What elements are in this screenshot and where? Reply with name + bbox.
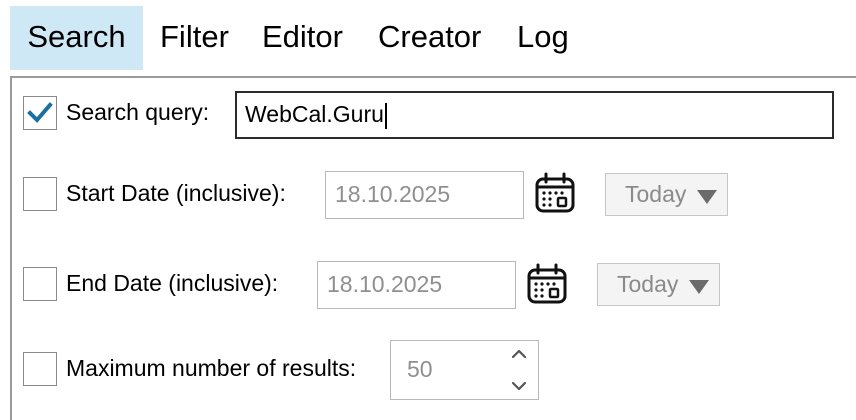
- end-date-preset-dropdown[interactable]: Today: [597, 263, 720, 306]
- end-date-input[interactable]: 18.10.2025: [317, 261, 516, 309]
- max-results-stepper[interactable]: 50: [390, 340, 539, 400]
- search-query-value: WebCal.Guru: [245, 101, 384, 127]
- start-date-preset-label: Today: [625, 181, 687, 207]
- tab-creator[interactable]: Creator: [378, 6, 481, 70]
- search-query-checkbox[interactable]: [23, 96, 57, 130]
- search-query-label: Search query:: [66, 99, 210, 125]
- calendar-icon[interactable]: [526, 263, 568, 305]
- start-date-input[interactable]: 18.10.2025: [325, 171, 524, 219]
- end-date-checkbox[interactable]: [23, 267, 57, 301]
- checkmark-icon: [27, 102, 53, 123]
- tab-bar: Search Filter Editor Creator Log: [0, 0, 856, 70]
- tab-log[interactable]: Log: [517, 6, 569, 70]
- chevron-up-icon[interactable]: [510, 347, 528, 361]
- chevron-down-icon[interactable]: [510, 379, 528, 393]
- max-results-checkbox[interactable]: [23, 352, 57, 386]
- text-caret: [384, 102, 387, 129]
- max-results-label: Maximum number of results:: [66, 355, 357, 381]
- end-date-preset-label: Today: [617, 271, 679, 297]
- chevron-down-icon: [697, 190, 717, 204]
- max-results-value: 50: [407, 356, 433, 382]
- start-date-preset-dropdown[interactable]: Today: [605, 173, 728, 216]
- start-date-label: Start Date (inclusive):: [66, 180, 286, 206]
- tab-editor[interactable]: Editor: [262, 6, 343, 70]
- start-date-checkbox[interactable]: [23, 177, 57, 211]
- tab-search[interactable]: Search: [10, 6, 143, 70]
- end-date-label: End Date (inclusive):: [66, 270, 279, 296]
- chevron-down-icon: [689, 280, 709, 294]
- calendar-icon[interactable]: [534, 172, 576, 214]
- tab-filter[interactable]: Filter: [160, 6, 229, 70]
- search-query-input[interactable]: WebCal.Guru: [235, 91, 834, 139]
